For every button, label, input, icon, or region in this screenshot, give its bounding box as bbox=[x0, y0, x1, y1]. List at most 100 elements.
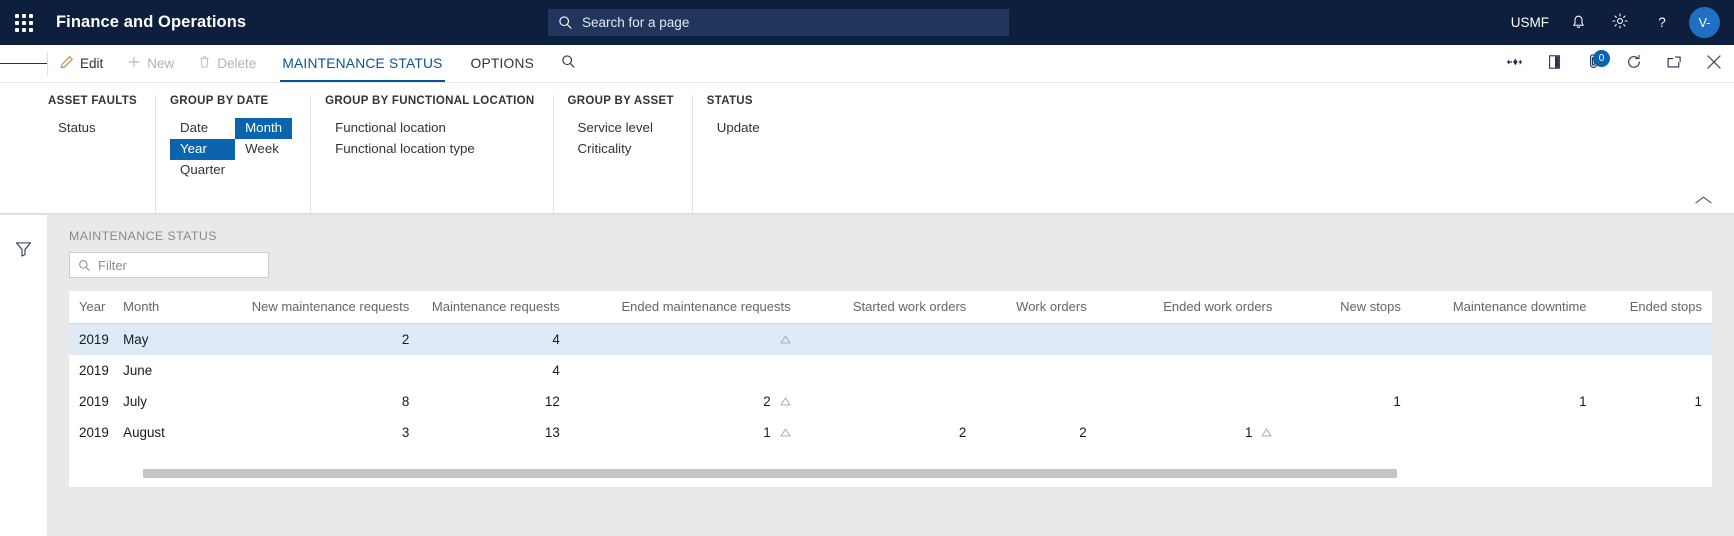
new-button-label: New bbox=[147, 56, 175, 71]
pane-item-year[interactable]: Year bbox=[170, 139, 236, 160]
search-icon bbox=[78, 259, 91, 272]
group-column: Update bbox=[707, 118, 770, 139]
column-header-new-stops[interactable]: New stops bbox=[1282, 291, 1411, 324]
popout-button[interactable] bbox=[1654, 45, 1694, 83]
bell-icon bbox=[1570, 12, 1587, 33]
column-header-maintenance-requests[interactable]: Maintenance requests bbox=[419, 291, 570, 324]
edit-button[interactable]: Edit bbox=[48, 45, 115, 82]
plus-icon bbox=[127, 55, 141, 72]
cell-maintenance-requests: 13 bbox=[544, 425, 560, 440]
column-header-year[interactable]: Year bbox=[69, 291, 114, 324]
group-title: ASSET FAULTS bbox=[48, 95, 138, 107]
funnel-filter-icon bbox=[15, 242, 32, 261]
company-selector[interactable]: USMF bbox=[1503, 0, 1557, 45]
action-pane-bottom-divider bbox=[0, 213, 1734, 214]
cell-ended-work-orders bbox=[1096, 323, 1283, 355]
column-header-work-orders[interactable]: Work orders bbox=[976, 291, 1097, 324]
global-search-input[interactable] bbox=[582, 15, 999, 30]
workspace: MAINTENANCE STATUS Year Month New maint bbox=[0, 215, 1734, 536]
pane-item-functional-location-type[interactable]: Functional location type bbox=[325, 139, 485, 160]
cell-new-maintenance-requests: 2 bbox=[233, 323, 420, 355]
app-launcher-waffle-icon[interactable] bbox=[0, 0, 48, 45]
navigation-menu-button[interactable] bbox=[0, 45, 48, 82]
pane-item-month[interactable]: Month bbox=[235, 118, 293, 139]
pane-item-week[interactable]: Week bbox=[235, 139, 292, 160]
cell-ended-stops: 1 bbox=[1694, 394, 1702, 409]
column-header-ended-work-orders[interactable]: Ended work orders bbox=[1096, 291, 1283, 324]
group-body: Service level Criticality bbox=[568, 118, 674, 160]
help-button[interactable]: ? bbox=[1641, 0, 1683, 45]
pane-item-update[interactable]: Update bbox=[707, 118, 770, 139]
share-flow-button[interactable] bbox=[1494, 45, 1534, 83]
cell-started-work-orders bbox=[801, 386, 977, 417]
pane-item-functional-location[interactable]: Functional location bbox=[325, 118, 485, 139]
refresh-button[interactable] bbox=[1614, 45, 1654, 83]
top-navigation-bar: Finance and Operations USMF ? bbox=[0, 0, 1734, 45]
group-column: Functional location Functional location … bbox=[325, 118, 485, 160]
cell-ended-maintenance-requests: 2 bbox=[570, 386, 801, 417]
warning-triangle-icon bbox=[779, 428, 791, 437]
scrollbar-thumb[interactable] bbox=[143, 469, 1397, 478]
section-title: MAINTENANCE STATUS bbox=[69, 229, 217, 243]
pane-item-service-level[interactable]: Service level bbox=[568, 118, 663, 139]
cell-ended-maintenance-requests: 1 bbox=[570, 417, 801, 448]
cell-work-orders bbox=[976, 386, 1096, 417]
cell-ended-maintenance-requests bbox=[570, 355, 801, 386]
chevron-up-icon bbox=[1695, 192, 1712, 209]
pane-item-date[interactable]: Date bbox=[170, 118, 235, 139]
tab-options[interactable]: OPTIONS bbox=[457, 45, 549, 82]
notifications-button[interactable] bbox=[1557, 0, 1599, 45]
tab-maintenance-status[interactable]: MAINTENANCE STATUS bbox=[268, 45, 457, 82]
pane-item-quarter[interactable]: Quarter bbox=[170, 160, 235, 181]
column-header-month[interactable]: Month bbox=[113, 291, 234, 324]
table-row[interactable]: 2019 May 2 4 bbox=[69, 323, 1712, 355]
table-row[interactable]: 2019 August 3 13 1 2 2 1 bbox=[69, 417, 1712, 448]
top-navigation-right-group: USMF ? V- bbox=[1503, 0, 1720, 45]
collapse-action-pane-button[interactable] bbox=[1695, 192, 1712, 210]
column-header-ended-stops[interactable]: Ended stops bbox=[1596, 291, 1712, 324]
trash-icon bbox=[198, 55, 211, 72]
action-search-button[interactable] bbox=[548, 45, 588, 82]
left-rail bbox=[0, 215, 47, 536]
grid-filter-input[interactable] bbox=[98, 257, 260, 273]
cell-ended-work-orders bbox=[1097, 355, 1283, 386]
app-title: Finance and Operations bbox=[56, 13, 247, 31]
group-body: Status bbox=[48, 118, 137, 139]
grid-horizontal-scrollbar[interactable] bbox=[91, 468, 1690, 479]
action-group-group-by-asset: GROUP BY ASSET Service level Criticality bbox=[568, 95, 693, 214]
global-search-box[interactable] bbox=[548, 9, 1009, 36]
cell-work-orders bbox=[976, 355, 1096, 386]
cell-month: June bbox=[123, 363, 153, 378]
settings-button[interactable] bbox=[1599, 0, 1641, 45]
grid-filter-box[interactable] bbox=[69, 252, 269, 278]
cell-value: 1 bbox=[763, 425, 771, 440]
group-title: GROUP BY DATE bbox=[170, 95, 269, 107]
attachments-button[interactable]: 0 bbox=[1574, 45, 1614, 83]
pane-item-status[interactable]: Status bbox=[48, 118, 106, 139]
cell-new-maintenance-requests: 8 bbox=[401, 394, 410, 409]
search-icon bbox=[561, 54, 576, 74]
cell-month: August bbox=[123, 425, 165, 440]
filter-pane-button[interactable] bbox=[15, 241, 32, 262]
close-button[interactable] bbox=[1694, 45, 1734, 83]
column-header-new-maintenance-requests[interactable]: New maintenance requests bbox=[233, 291, 420, 324]
table-row[interactable]: 2019 June 4 bbox=[69, 355, 1712, 386]
column-header-ended-maintenance-requests[interactable]: Ended maintenance requests bbox=[569, 291, 801, 324]
pane-item-criticality[interactable]: Criticality bbox=[568, 139, 663, 160]
table-row[interactable]: 2019 July 8 12 2 1 1 1 bbox=[69, 386, 1712, 417]
avatar[interactable]: V- bbox=[1689, 7, 1720, 38]
cell-year: 2019 bbox=[69, 323, 114, 355]
warning-triangle-icon bbox=[1261, 428, 1273, 437]
cell-year: 2019 bbox=[79, 363, 109, 378]
new-button[interactable]: New bbox=[115, 45, 186, 82]
cell-ended-maintenance-requests bbox=[569, 323, 801, 355]
cell-new-maintenance-requests bbox=[234, 355, 420, 386]
column-header-maintenance-downtime[interactable]: Maintenance downtime bbox=[1410, 291, 1597, 324]
cell-new-stops: 1 bbox=[1393, 394, 1401, 409]
gear-icon bbox=[1611, 12, 1629, 33]
content-area: MAINTENANCE STATUS Year Month New maint bbox=[47, 215, 1734, 536]
open-in-new-window-button[interactable] bbox=[1534, 45, 1574, 83]
column-header-started-work-orders[interactable]: Started work orders bbox=[800, 291, 977, 324]
cell-ended-stops bbox=[1597, 417, 1712, 448]
delete-button[interactable]: Delete bbox=[186, 45, 268, 82]
